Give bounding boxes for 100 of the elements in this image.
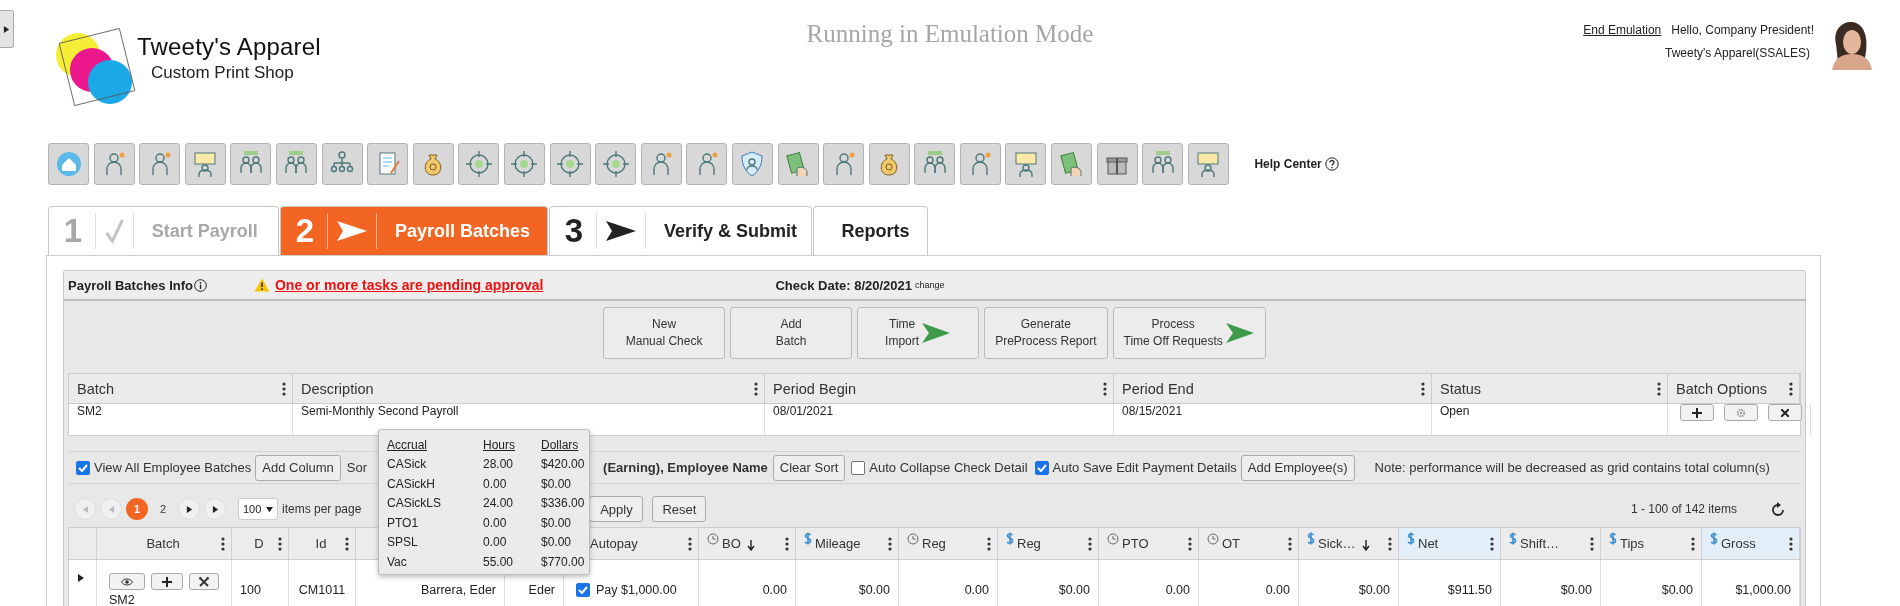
column-menu-icon[interactable] (1188, 536, 1192, 551)
clock-icon (1107, 533, 1119, 545)
step-label: Reports (841, 220, 910, 242)
toolbar-button[interactable] (777, 143, 819, 185)
toolbar-button[interactable] (1005, 143, 1047, 185)
column-menu-icon[interactable] (1288, 536, 1292, 551)
toolbar-button[interactable] (823, 143, 865, 185)
column-menu-icon[interactable] (282, 381, 286, 396)
toolbar-button[interactable] (731, 143, 773, 185)
tooltip-cell-text: $0.00 (541, 476, 573, 491)
panel-title: Payroll Batches Info (68, 277, 193, 293)
column-menu-icon[interactable] (1103, 381, 1107, 396)
dollar-icon (1307, 532, 1315, 545)
toolbar-button[interactable] (1096, 143, 1138, 185)
toolbar-button[interactable] (1187, 143, 1229, 185)
checkbox[interactable] (76, 460, 90, 475)
delete-button[interactable] (189, 573, 219, 590)
column-menu-icon[interactable] (688, 536, 692, 551)
add-column-button[interactable]: Add Column (255, 454, 341, 481)
toolbar-button[interactable] (458, 143, 500, 185)
checkbox[interactable] (851, 460, 866, 475)
help-center-link[interactable]: Help Center (1254, 157, 1322, 171)
clear-sort-button[interactable]: Clear Sort (772, 454, 846, 481)
change-link[interactable]: change (915, 280, 945, 290)
action-button[interactable]: Add Batch (730, 307, 853, 359)
column-title: Net (1418, 536, 1440, 551)
toolbar-button[interactable] (184, 143, 226, 185)
tooltip-cell-text: 55.00 (483, 554, 515, 569)
checkbox[interactable] (576, 583, 590, 597)
toolbar-button[interactable] (321, 143, 363, 185)
toolbar-button[interactable] (640, 143, 682, 185)
target-icon (463, 149, 494, 179)
tooltip-cell-text: CASickH (387, 476, 436, 491)
add-button[interactable] (151, 573, 183, 590)
toolbar-button[interactable] (595, 143, 637, 185)
column-menu-icon[interactable] (345, 536, 349, 551)
column-title: Id (314, 536, 328, 551)
reset-button[interactable]: Reset (652, 496, 707, 522)
dollar-icon (1609, 532, 1617, 545)
column-menu-icon[interactable] (221, 536, 225, 551)
toolbar-button[interactable] (686, 143, 728, 185)
action-button[interactable]: Time Import (857, 307, 980, 359)
step-tab[interactable]: 3 Verify & Submit (549, 206, 812, 255)
dollar-icon (1710, 532, 1718, 545)
column-menu-icon[interactable] (1088, 536, 1092, 551)
page-size-select[interactable]: 100 (238, 498, 278, 520)
column-menu-icon[interactable] (888, 536, 892, 551)
column-menu-icon[interactable] (1388, 536, 1392, 551)
add-button[interactable] (1680, 404, 1714, 421)
toolbar-button[interactable] (412, 143, 454, 185)
dollar-icon (1509, 532, 1517, 545)
toolbar-button[interactable] (230, 143, 272, 185)
action-button[interactable]: Generate PreProcess Report (984, 307, 1108, 359)
add-employees-button[interactable]: Add Employee(s) (1240, 454, 1355, 481)
tooltip-header: Hours (483, 437, 516, 452)
checkbox[interactable] (1034, 460, 1049, 475)
last-page-button[interactable] (204, 498, 226, 520)
toolbar-button[interactable] (503, 143, 545, 185)
column-menu-icon[interactable] (1590, 536, 1594, 551)
toolbar-button[interactable] (93, 143, 135, 185)
step-tab[interactable]: Reports (813, 206, 928, 255)
column-menu-icon[interactable] (278, 536, 282, 551)
end-emulation-link[interactable]: End Emulation (1583, 23, 1662, 37)
toolbar-button[interactable] (139, 143, 181, 185)
column-menu-icon[interactable] (987, 536, 991, 551)
refresh-icon[interactable] (1771, 501, 1785, 517)
column-menu-icon[interactable] (1789, 381, 1793, 396)
info-icon[interactable] (194, 278, 207, 292)
caret-icon (185, 505, 193, 513)
dollar-icon (804, 532, 812, 545)
action-button[interactable]: Process Time Off Requests (1112, 307, 1266, 359)
sidebar-toggle[interactable] (0, 10, 14, 48)
column-title: Batch (145, 536, 181, 551)
column-menu-icon[interactable] (1657, 381, 1661, 396)
column-menu-icon[interactable] (1421, 381, 1425, 396)
toolbar-button[interactable] (959, 143, 1001, 185)
column-menu-icon[interactable] (754, 381, 758, 396)
action-button[interactable]: New Manual Check (603, 307, 726, 359)
view-button[interactable] (109, 573, 145, 590)
warning-link[interactable]: One or more tasks are pending approval (275, 277, 544, 293)
next-page-button[interactable] (178, 498, 200, 520)
toolbar-button[interactable] (275, 143, 317, 185)
column-menu-icon[interactable] (1691, 536, 1695, 551)
column-title: Mileage (815, 536, 862, 551)
column-menu-icon[interactable] (1789, 536, 1793, 551)
toolbar-button[interactable] (868, 143, 910, 185)
apply-button[interactable]: Apply (589, 496, 644, 522)
page-button[interactable]: 2 (152, 498, 174, 520)
column-title: Gross (1721, 536, 1757, 551)
toolbar-button[interactable] (367, 143, 409, 185)
toolbar-button[interactable] (1051, 143, 1093, 185)
table-cell: 08/15/2021 (1114, 404, 1432, 435)
table-cell: CM1011 (289, 560, 356, 606)
toolbar-button[interactable] (1142, 143, 1184, 185)
help-icon[interactable] (1324, 157, 1339, 171)
column-menu-icon[interactable] (785, 536, 789, 551)
toolbar-button[interactable] (914, 143, 956, 185)
toolbar-button[interactable] (549, 143, 591, 185)
column-menu-icon[interactable] (1490, 536, 1494, 551)
delete-button[interactable] (1768, 404, 1802, 421)
